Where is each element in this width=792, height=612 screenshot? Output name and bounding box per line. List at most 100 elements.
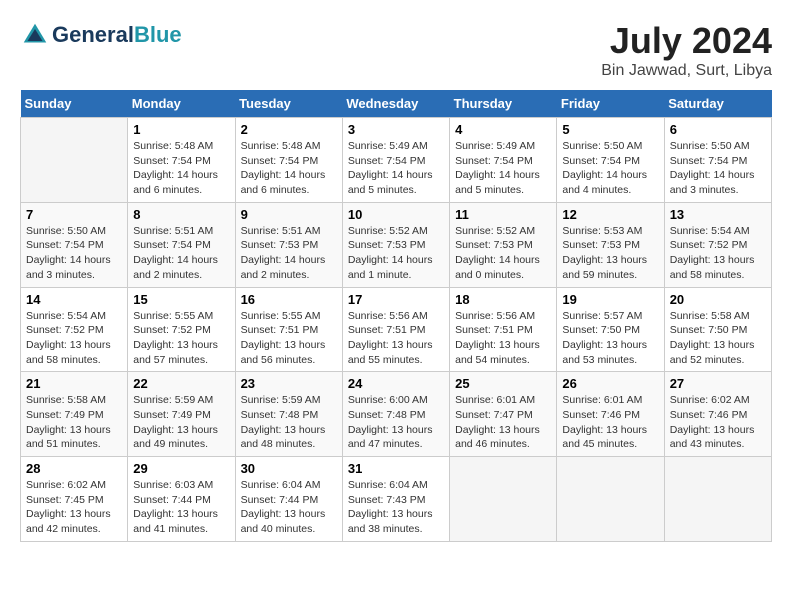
logo: GeneralBlue [20, 20, 182, 50]
day-info: Sunrise: 5:50 AM Sunset: 7:54 PM Dayligh… [670, 139, 766, 198]
weekday-header-friday: Friday [557, 90, 664, 118]
page-title: July 2024 [601, 20, 772, 62]
calendar-week-row: 14 Sunrise: 5:54 AM Sunset: 7:52 PM Dayli… [21, 287, 772, 372]
calendar-cell: 18 Sunrise: 5:56 AM Sunset: 7:51 PM Dayli… [450, 287, 557, 372]
day-number: 12 [562, 207, 658, 222]
calendar-week-row: 7 Sunrise: 5:50 AM Sunset: 7:54 PM Daylig… [21, 202, 772, 287]
calendar-table: SundayMondayTuesdayWednesdayThursdayFrid… [20, 90, 772, 542]
day-number: 21 [26, 376, 122, 391]
title-block: July 2024 Bin Jawwad, Surt, Libya [601, 20, 772, 80]
day-number: 25 [455, 376, 551, 391]
day-info: Sunrise: 6:04 AM Sunset: 7:43 PM Dayligh… [348, 478, 444, 537]
day-info: Sunrise: 5:52 AM Sunset: 7:53 PM Dayligh… [455, 224, 551, 283]
day-info: Sunrise: 5:50 AM Sunset: 7:54 PM Dayligh… [26, 224, 122, 283]
calendar-cell [450, 457, 557, 542]
calendar-cell: 23 Sunrise: 5:59 AM Sunset: 7:48 PM Dayli… [235, 372, 342, 457]
day-number: 5 [562, 122, 658, 137]
calendar-cell: 3 Sunrise: 5:49 AM Sunset: 7:54 PM Daylig… [342, 118, 449, 203]
day-info: Sunrise: 5:48 AM Sunset: 7:54 PM Dayligh… [133, 139, 229, 198]
day-number: 16 [241, 292, 337, 307]
calendar-week-row: 28 Sunrise: 6:02 AM Sunset: 7:45 PM Dayli… [21, 457, 772, 542]
calendar-cell: 16 Sunrise: 5:55 AM Sunset: 7:51 PM Dayli… [235, 287, 342, 372]
day-info: Sunrise: 5:50 AM Sunset: 7:54 PM Dayligh… [562, 139, 658, 198]
day-number: 15 [133, 292, 229, 307]
calendar-cell: 14 Sunrise: 5:54 AM Sunset: 7:52 PM Dayli… [21, 287, 128, 372]
calendar-week-row: 1 Sunrise: 5:48 AM Sunset: 7:54 PM Daylig… [21, 118, 772, 203]
day-info: Sunrise: 5:56 AM Sunset: 7:51 PM Dayligh… [455, 309, 551, 368]
day-info: Sunrise: 6:02 AM Sunset: 7:45 PM Dayligh… [26, 478, 122, 537]
day-info: Sunrise: 5:59 AM Sunset: 7:48 PM Dayligh… [241, 393, 337, 452]
day-number: 10 [348, 207, 444, 222]
day-number: 1 [133, 122, 229, 137]
day-info: Sunrise: 5:51 AM Sunset: 7:54 PM Dayligh… [133, 224, 229, 283]
calendar-cell: 4 Sunrise: 5:49 AM Sunset: 7:54 PM Daylig… [450, 118, 557, 203]
day-number: 27 [670, 376, 766, 391]
weekday-header-row: SundayMondayTuesdayWednesdayThursdayFrid… [21, 90, 772, 118]
calendar-cell: 26 Sunrise: 6:01 AM Sunset: 7:46 PM Dayli… [557, 372, 664, 457]
day-number: 11 [455, 207, 551, 222]
calendar-cell: 24Sunrise: 6:00 AM Sunset: 7:48 PM Dayli… [342, 372, 449, 457]
calendar-cell: 9Sunrise: 5:51 AM Sunset: 7:53 PM Daylig… [235, 202, 342, 287]
day-info: Sunrise: 5:54 AM Sunset: 7:52 PM Dayligh… [26, 309, 122, 368]
logo-text: GeneralBlue [52, 23, 182, 47]
day-info: Sunrise: 5:52 AM Sunset: 7:53 PM Dayligh… [348, 224, 444, 283]
day-info: Sunrise: 6:02 AM Sunset: 7:46 PM Dayligh… [670, 393, 766, 452]
day-info: Sunrise: 5:53 AM Sunset: 7:53 PM Dayligh… [562, 224, 658, 283]
day-info: Sunrise: 5:54 AM Sunset: 7:52 PM Dayligh… [670, 224, 766, 283]
calendar-cell: 19Sunrise: 5:57 AM Sunset: 7:50 PM Dayli… [557, 287, 664, 372]
day-info: Sunrise: 5:57 AM Sunset: 7:50 PM Dayligh… [562, 309, 658, 368]
calendar-cell: 22Sunrise: 5:59 AM Sunset: 7:49 PM Dayli… [128, 372, 235, 457]
day-info: Sunrise: 5:49 AM Sunset: 7:54 PM Dayligh… [455, 139, 551, 198]
page-subtitle: Bin Jawwad, Surt, Libya [601, 62, 772, 80]
calendar-cell: 25 Sunrise: 6:01 AM Sunset: 7:47 PM Dayli… [450, 372, 557, 457]
day-number: 29 [133, 461, 229, 476]
calendar-cell: 20 Sunrise: 5:58 AM Sunset: 7:50 PM Dayli… [664, 287, 771, 372]
calendar-cell: 13Sunrise: 5:54 AM Sunset: 7:52 PM Dayli… [664, 202, 771, 287]
day-info: Sunrise: 6:01 AM Sunset: 7:47 PM Dayligh… [455, 393, 551, 452]
day-number: 28 [26, 461, 122, 476]
day-number: 6 [670, 122, 766, 137]
calendar-cell: 17Sunrise: 5:56 AM Sunset: 7:51 PM Dayli… [342, 287, 449, 372]
page-header: GeneralBlue July 2024 Bin Jawwad, Surt, … [20, 20, 772, 80]
day-number: 31 [348, 461, 444, 476]
calendar-cell: 15 Sunrise: 5:55 AM Sunset: 7:52 PM Dayli… [128, 287, 235, 372]
day-info: Sunrise: 5:48 AM Sunset: 7:54 PM Dayligh… [241, 139, 337, 198]
day-info: Sunrise: 6:01 AM Sunset: 7:46 PM Dayligh… [562, 393, 658, 452]
calendar-cell: 2Sunrise: 5:48 AM Sunset: 7:54 PM Daylig… [235, 118, 342, 203]
weekday-header-sunday: Sunday [21, 90, 128, 118]
weekday-header-monday: Monday [128, 90, 235, 118]
day-number: 18 [455, 292, 551, 307]
calendar-cell: 1 Sunrise: 5:48 AM Sunset: 7:54 PM Daylig… [128, 118, 235, 203]
day-info: Sunrise: 5:55 AM Sunset: 7:52 PM Dayligh… [133, 309, 229, 368]
day-info: Sunrise: 6:04 AM Sunset: 7:44 PM Dayligh… [241, 478, 337, 537]
day-number: 26 [562, 376, 658, 391]
day-number: 30 [241, 461, 337, 476]
day-info: Sunrise: 5:55 AM Sunset: 7:51 PM Dayligh… [241, 309, 337, 368]
logo-icon [20, 20, 50, 50]
calendar-cell: 8 Sunrise: 5:51 AM Sunset: 7:54 PM Daylig… [128, 202, 235, 287]
day-number: 4 [455, 122, 551, 137]
day-info: Sunrise: 6:03 AM Sunset: 7:44 PM Dayligh… [133, 478, 229, 537]
day-number: 24 [348, 376, 444, 391]
day-info: Sunrise: 5:49 AM Sunset: 7:54 PM Dayligh… [348, 139, 444, 198]
day-number: 8 [133, 207, 229, 222]
day-number: 14 [26, 292, 122, 307]
calendar-cell [664, 457, 771, 542]
calendar-cell [21, 118, 128, 203]
day-number: 22 [133, 376, 229, 391]
day-number: 9 [241, 207, 337, 222]
calendar-cell: 28 Sunrise: 6:02 AM Sunset: 7:45 PM Dayli… [21, 457, 128, 542]
calendar-cell: 21 Sunrise: 5:58 AM Sunset: 7:49 PM Dayli… [21, 372, 128, 457]
day-number: 7 [26, 207, 122, 222]
day-number: 20 [670, 292, 766, 307]
calendar-cell: 27 Sunrise: 6:02 AM Sunset: 7:46 PM Dayli… [664, 372, 771, 457]
calendar-cell: 12 Sunrise: 5:53 AM Sunset: 7:53 PM Dayli… [557, 202, 664, 287]
day-number: 23 [241, 376, 337, 391]
day-info: Sunrise: 5:58 AM Sunset: 7:50 PM Dayligh… [670, 309, 766, 368]
calendar-cell: 5 Sunrise: 5:50 AM Sunset: 7:54 PM Daylig… [557, 118, 664, 203]
day-number: 3 [348, 122, 444, 137]
calendar-week-row: 21 Sunrise: 5:58 AM Sunset: 7:49 PM Dayli… [21, 372, 772, 457]
day-info: Sunrise: 5:58 AM Sunset: 7:49 PM Dayligh… [26, 393, 122, 452]
calendar-cell [557, 457, 664, 542]
calendar-cell: 31 Sunrise: 6:04 AM Sunset: 7:43 PM Dayli… [342, 457, 449, 542]
